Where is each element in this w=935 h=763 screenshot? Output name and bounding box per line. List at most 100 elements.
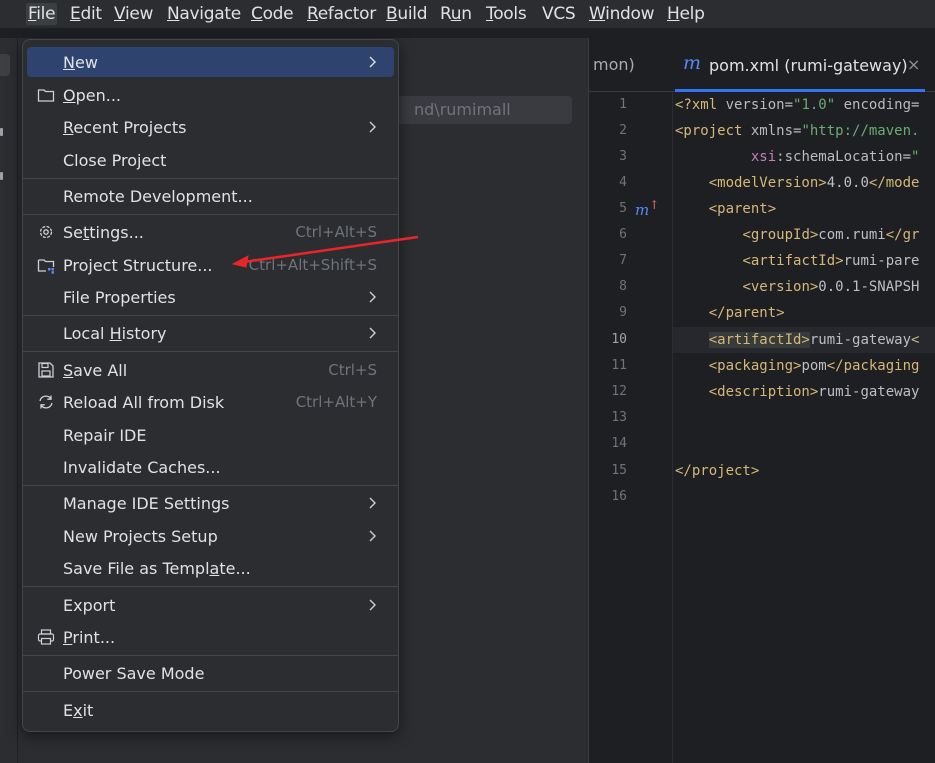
printer-icon: [37, 629, 55, 645]
menu-bar: File Edit View Navigate Code Refactor Bu…: [0, 0, 935, 28]
menu-item-close-project[interactable]: Close Project: [27, 145, 394, 175]
menu-item-repair-ide[interactable]: Repair IDE: [27, 420, 394, 450]
line-number: 14: [611, 436, 627, 451]
menu-item-project-structure[interactable]: Project Structure... Ctrl+Alt+Shift+S: [27, 250, 394, 280]
line-number: 6: [619, 227, 627, 242]
menu-item-invalidate-caches[interactable]: Invalidate Caches...: [27, 452, 394, 482]
folder-icon: [37, 89, 55, 102]
code-line: <artifactId>rumi-pare: [742, 253, 920, 269]
close-icon[interactable]: ×: [907, 55, 920, 74]
menu-separator: [23, 351, 398, 352]
menu-item-print[interactable]: Print...: [27, 622, 394, 652]
code-line: <modelVersion>4.0.0</mode: [708, 175, 920, 191]
menu-item-settings[interactable]: Settings... Ctrl+Alt+S: [27, 217, 394, 247]
line-number: 2: [619, 123, 627, 138]
menu-vcs[interactable]: VCS: [540, 3, 577, 25]
menu-item-local-history[interactable]: Local History: [27, 318, 394, 348]
tool-button-indicator[interactable]: [0, 128, 3, 136]
code-line: <groupId>com.rumi</gr: [742, 227, 920, 243]
menu-item-exit[interactable]: Exit: [27, 695, 394, 725]
chevron-right-icon: [369, 291, 376, 303]
maven-file-icon: m: [683, 52, 702, 74]
shortcut-label: Ctrl+Alt+S: [295, 223, 377, 241]
refresh-icon: [39, 395, 53, 409]
menu-item-remote-development[interactable]: Remote Development...: [27, 181, 394, 211]
menu-navigate[interactable]: Navigate: [165, 3, 243, 25]
code-line: <?xml version="1.0" encoding=: [675, 97, 920, 113]
menu-item-new[interactable]: New: [27, 47, 394, 77]
shortcut-label: Ctrl+Alt+Y: [295, 393, 377, 411]
line-number: 9: [619, 305, 627, 320]
menu-item-recent-projects[interactable]: Recent Projects: [27, 112, 394, 142]
menu-item-new-projects-setup[interactable]: New Projects Setup: [27, 521, 394, 551]
code-line: </project>: [675, 463, 760, 479]
code-line: <description>rumi-gateway: [708, 384, 920, 400]
line-number: 8: [619, 279, 627, 294]
menu-separator: [23, 485, 398, 486]
menu-help[interactable]: Help: [665, 3, 707, 25]
tool-button-indicator[interactable]: [0, 172, 3, 180]
line-number: 11: [611, 358, 627, 373]
line-number: 5: [619, 201, 627, 216]
file-menu-dropdown: New Open... Recent Projects Close Projec…: [22, 39, 399, 732]
menu-separator: [23, 315, 398, 316]
editor-tab-bar: mon) m pom.xml (rumi-gateway) ×: [589, 38, 935, 92]
line-number-gutter: 1 2 3 4 5 6 7 8 9 10 11 12 13 14 15 16 m…: [589, 92, 673, 763]
menu-item-save-as-template[interactable]: Save File as Template...: [27, 553, 394, 583]
code-line: <packaging>pom</packaging: [708, 358, 920, 374]
menu-separator: [23, 214, 398, 215]
line-number: 15: [611, 463, 627, 478]
line-number: 12: [611, 384, 627, 399]
line-number: 4: [619, 175, 627, 190]
chevron-right-icon: [369, 327, 376, 339]
menu-file[interactable]: File: [26, 3, 58, 25]
code-line-current: <artifactId>rumi-gateway<: [708, 332, 920, 348]
code-line: </parent>: [708, 305, 785, 321]
menu-separator: [23, 655, 398, 656]
menu-item-manage-ide-settings[interactable]: Manage IDE Settings: [27, 488, 394, 518]
menu-code[interactable]: Code: [249, 3, 295, 25]
line-number: 3: [619, 149, 627, 164]
menu-separator: [23, 691, 398, 692]
menu-tools[interactable]: Tools: [484, 3, 528, 25]
menu-run[interactable]: Run: [438, 3, 474, 25]
menu-item-save-all[interactable]: Save All Ctrl+S: [27, 355, 394, 385]
line-number-current: 10: [611, 332, 627, 347]
code-line: xsi:schemaLocation=": [750, 149, 920, 165]
maven-parent-gutter-icon[interactable]: m↑: [635, 198, 659, 219]
menu-item-export[interactable]: Export: [27, 590, 394, 620]
editor-tab-previous[interactable]: mon): [593, 55, 635, 74]
chevron-right-icon: [369, 530, 376, 542]
chevron-right-icon: [369, 497, 376, 509]
code-line: <version>0.0.1-SNAPSH: [742, 279, 920, 295]
project-path-field[interactable]: nd\rumimall: [398, 96, 572, 124]
line-number: 1: [619, 97, 627, 112]
menu-refactor[interactable]: Refactor: [305, 3, 378, 25]
save-icon: [38, 362, 54, 378]
chevron-right-icon: [369, 56, 376, 68]
code-area[interactable]: <?xml version="1.0" encoding= <project x…: [675, 92, 935, 763]
menu-item-power-save-mode[interactable]: Power Save Mode: [27, 658, 394, 688]
menu-window[interactable]: Window: [587, 3, 656, 25]
editor-tab-label: pom.xml (rumi-gateway): [709, 56, 908, 75]
gear-icon: [39, 225, 53, 239]
project-structure-icon: [37, 259, 55, 274]
line-number: 13: [611, 410, 627, 425]
menu-item-file-properties[interactable]: File Properties: [27, 282, 394, 312]
tool-window-strip: [0, 38, 18, 763]
shortcut-label: Ctrl+S: [328, 361, 377, 379]
chevron-right-icon: [369, 121, 376, 133]
menu-separator: [23, 586, 398, 587]
shortcut-label: Ctrl+Alt+Shift+S: [248, 256, 377, 274]
menu-item-reload-all[interactable]: Reload All from Disk Ctrl+Alt+Y: [27, 387, 394, 417]
chevron-right-icon: [369, 599, 376, 611]
code-line: <parent>: [708, 201, 777, 217]
menu-view[interactable]: View: [112, 3, 155, 25]
project-tool-button[interactable]: [0, 54, 10, 76]
menu-edit[interactable]: Edit: [68, 3, 104, 25]
menu-item-open[interactable]: Open...: [27, 80, 394, 110]
menu-separator: [23, 178, 398, 179]
line-number: 16: [611, 489, 627, 504]
menu-build[interactable]: Build: [384, 3, 429, 25]
editor-pane: mon) m pom.xml (rumi-gateway) × 1 2 3 4 …: [588, 38, 935, 763]
